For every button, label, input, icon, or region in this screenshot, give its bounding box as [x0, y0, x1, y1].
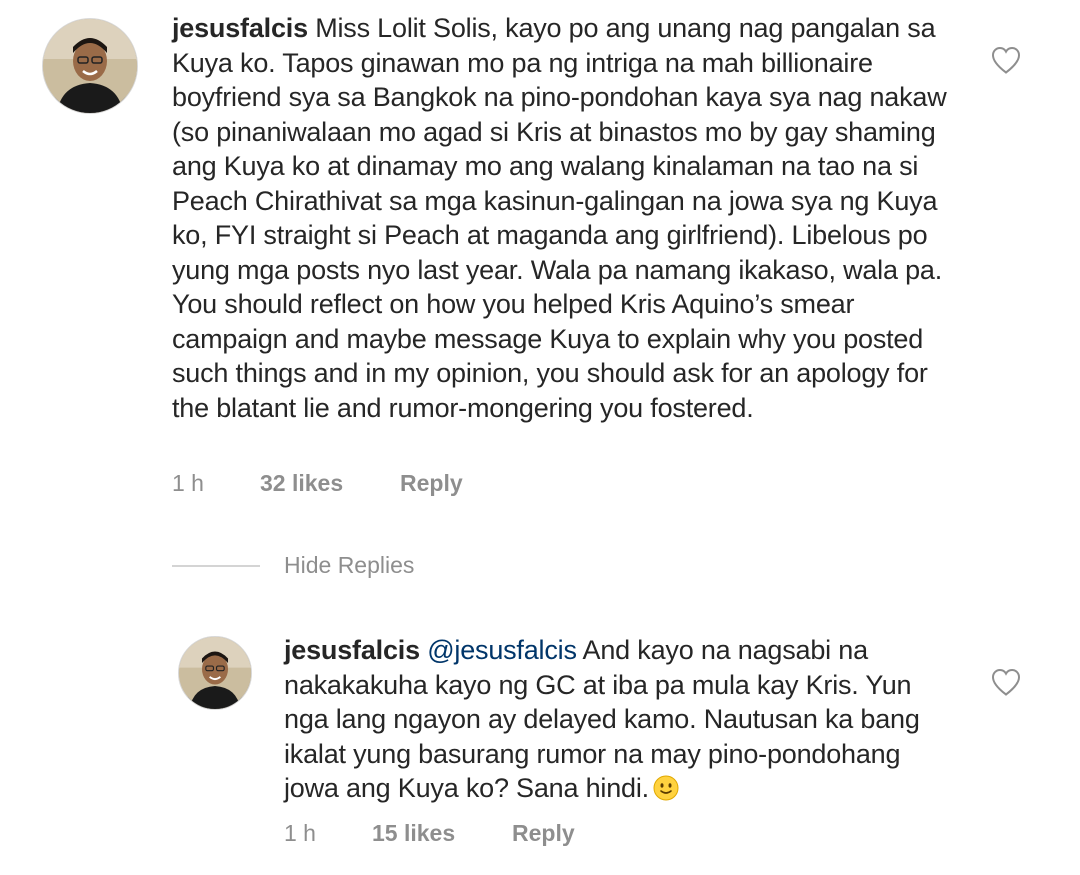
likes-count[interactable]: 15 likes — [372, 820, 512, 847]
avatar-photo — [179, 637, 251, 709]
slightly-smiling-face-emoji — [653, 775, 679, 801]
likes-count[interactable]: 32 likes — [260, 470, 400, 497]
comment-text: jesusfalcis Miss Lolit Solis, kayo po an… — [172, 11, 962, 425]
comment-time: 1 h — [172, 470, 204, 496]
avatar-photo — [43, 19, 137, 113]
comment-meta: 1 h 15 likes Reply — [284, 820, 575, 847]
comment-body: Miss Lolit Solis, kayo po ang unang nag … — [172, 13, 947, 423]
hide-replies-toggle[interactable]: Hide Replies — [172, 552, 414, 579]
comment-time: 1 h — [284, 820, 316, 846]
divider-line — [172, 564, 260, 567]
comment-text: jesusfalcis @jesusfalcis And kayo na nag… — [284, 633, 944, 806]
hide-replies-label: Hide Replies — [284, 552, 415, 578]
comment-username[interactable]: jesusfalcis — [172, 13, 308, 43]
mention-link[interactable]: @jesusfalcis — [420, 635, 577, 665]
comment-meta: 1 h 32 likes Reply — [172, 470, 463, 497]
avatar[interactable] — [178, 636, 252, 710]
heart-outline-icon[interactable] — [990, 45, 1022, 75]
avatar[interactable] — [42, 18, 138, 114]
reply-button[interactable]: Reply — [400, 470, 463, 497]
heart-outline-icon[interactable] — [990, 667, 1022, 697]
comment-username[interactable]: jesusfalcis — [284, 635, 420, 665]
reply-button[interactable]: Reply — [512, 820, 575, 847]
